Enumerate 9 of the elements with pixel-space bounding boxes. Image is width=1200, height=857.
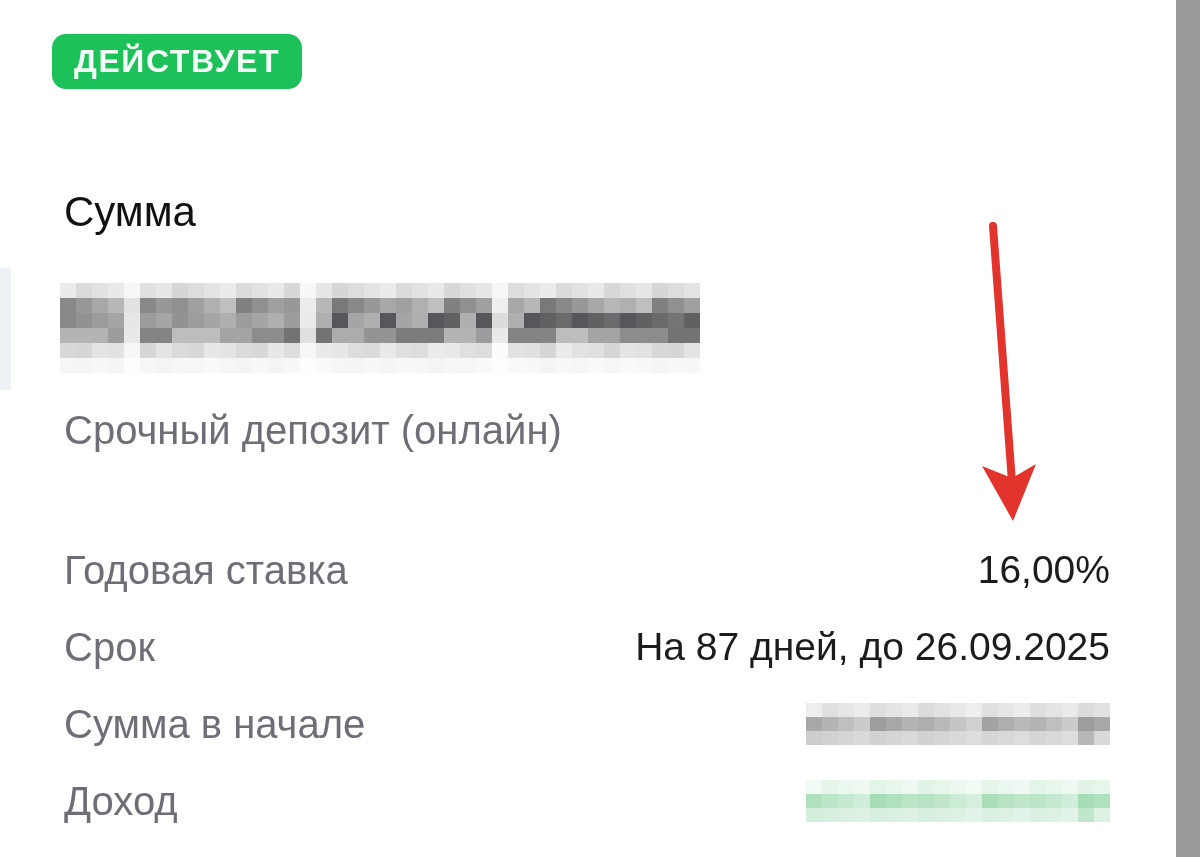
detail-label: Сумма в начале [64, 701, 366, 748]
status-badge: ДЕЙСТВУЕТ [52, 34, 303, 89]
product-name: Срочный депозит (онлайн) [64, 407, 562, 454]
detail-value: 16,00% [977, 547, 1110, 593]
detail-value: На 87 дней, до 26.09.2025 [635, 624, 1110, 670]
detail-label: Доход [64, 778, 178, 825]
detail-label: Срок [64, 624, 155, 671]
detail-label: Годовая ставка [64, 547, 348, 594]
amount-title: Сумма [64, 188, 196, 236]
